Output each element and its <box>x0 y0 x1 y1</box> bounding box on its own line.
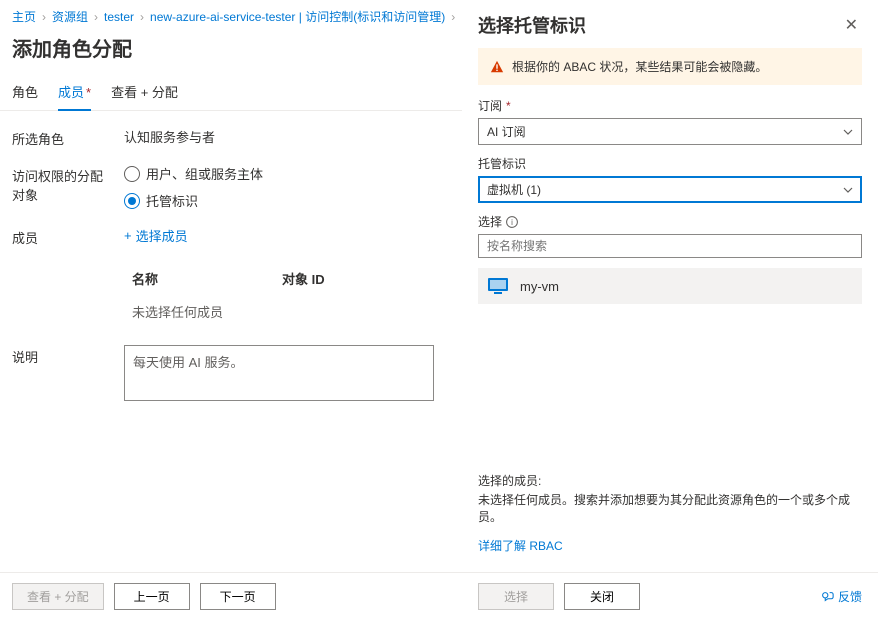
svg-text:i: i <box>511 218 513 227</box>
description-label: 说明 <box>12 345 112 366</box>
breadcrumb-tester[interactable]: tester <box>104 10 134 24</box>
panel-title: 选择托管标识 <box>478 12 586 38</box>
form-area: 所选角色 认知服务参与者 访问权限的分配对象 用户、组或服务主体 托管标识 成员… <box>0 111 450 420</box>
search-input[interactable] <box>478 234 862 258</box>
chevron-down-icon <box>843 185 853 195</box>
next-button[interactable]: 下一页 <box>200 583 276 610</box>
tab-review[interactable]: 查看 + 分配 <box>111 74 178 110</box>
description-input[interactable] <box>124 345 434 401</box>
selected-role-value: 认知服务参与者 <box>124 127 438 146</box>
result-name: my-vm <box>520 279 559 294</box>
select-search-label: 选择 <box>478 213 502 230</box>
selected-members-msg: 未选择任何成员。搜索并添加想要为其分配此资源角色的一个或多个成员。 <box>478 491 862 525</box>
tab-members-label: 成员 <box>58 85 84 100</box>
prev-button[interactable]: 上一页 <box>114 583 190 610</box>
managed-identity-value: 虚拟机 (1) <box>487 181 541 198</box>
feedback-icon <box>820 590 834 604</box>
table-col-oid: 对象 ID <box>282 269 325 288</box>
radio-user-label: 用户、组或服务主体 <box>146 164 263 183</box>
managed-identity-label: 托管标识 <box>478 155 526 172</box>
assign-radio-group: 用户、组或服务主体 托管标识 <box>124 164 438 210</box>
subscription-select[interactable]: AI 订阅 <box>478 118 862 145</box>
warning-icon <box>490 60 504 74</box>
chevron-right-icon: › <box>140 10 144 24</box>
subscription-label: 订阅 <box>478 97 502 114</box>
panel-select-button: 选择 <box>478 583 554 610</box>
panel-footer: 选择 关闭 反馈 <box>462 572 878 620</box>
tab-role[interactable]: 角色 <box>12 74 38 110</box>
subscription-value: AI 订阅 <box>487 123 526 140</box>
selected-members-label: 选择的成员: <box>478 472 862 489</box>
tab-members[interactable]: 成员* <box>58 74 91 111</box>
table-col-name: 名称 <box>132 269 282 288</box>
required-indicator: * <box>86 85 91 100</box>
breadcrumb-service[interactable]: new-azure-ai-service-tester | 访问控制(标识和访问… <box>150 8 445 25</box>
select-members-link[interactable]: + 选择成员 <box>124 226 188 245</box>
radio-user-group[interactable]: 用户、组或服务主体 <box>124 164 438 183</box>
radio-mi-label: 托管标识 <box>146 191 198 210</box>
result-item-my-vm[interactable]: my-vm <box>478 268 862 304</box>
chevron-right-icon: › <box>42 10 46 24</box>
assign-target-label: 访问权限的分配对象 <box>12 164 112 204</box>
managed-identity-select[interactable]: 虚拟机 (1) <box>478 176 862 203</box>
chevron-right-icon: › <box>451 10 455 24</box>
review-assign-button: 查看 + 分配 <box>12 583 104 610</box>
alert-text: 根据你的 ABAC 状况，某些结果可能会被隐藏。 <box>512 58 767 75</box>
required-indicator: * <box>506 99 511 113</box>
select-members-label: 选择成员 <box>136 226 188 245</box>
breadcrumb-rg[interactable]: 资源组 <box>52 8 88 25</box>
plus-icon: + <box>124 228 132 243</box>
feedback-label: 反馈 <box>838 588 862 605</box>
info-icon: i <box>506 216 518 228</box>
abac-alert: 根据你的 ABAC 状况，某些结果可能会被隐藏。 <box>478 48 862 85</box>
close-icon[interactable]: ✕ <box>841 13 862 37</box>
feedback-link[interactable]: 反馈 <box>820 588 862 605</box>
panel-close-button[interactable]: 关闭 <box>564 583 640 610</box>
chevron-down-icon <box>843 127 853 137</box>
selected-members-info: 选择的成员: 未选择任何成员。搜索并添加想要为其分配此资源角色的一个或多个成员。 <box>478 472 862 525</box>
rbac-link[interactable]: 详细了解 RBAC <box>478 537 563 554</box>
radio-managed-identity[interactable]: 托管标识 <box>124 191 438 210</box>
selected-role-label: 所选角色 <box>12 127 112 148</box>
side-panel: 选择托管标识 ✕ 根据你的 ABAC 状况，某些结果可能会被隐藏。 订阅 * A… <box>462 0 878 620</box>
table-empty-msg: 未选择任何成员 <box>124 294 438 329</box>
chevron-right-icon: › <box>94 10 98 24</box>
members-label: 成员 <box>12 226 112 247</box>
breadcrumb-home[interactable]: 主页 <box>12 8 36 25</box>
member-table: 名称 对象 ID 未选择任何成员 <box>124 263 438 329</box>
vm-icon <box>486 274 510 298</box>
